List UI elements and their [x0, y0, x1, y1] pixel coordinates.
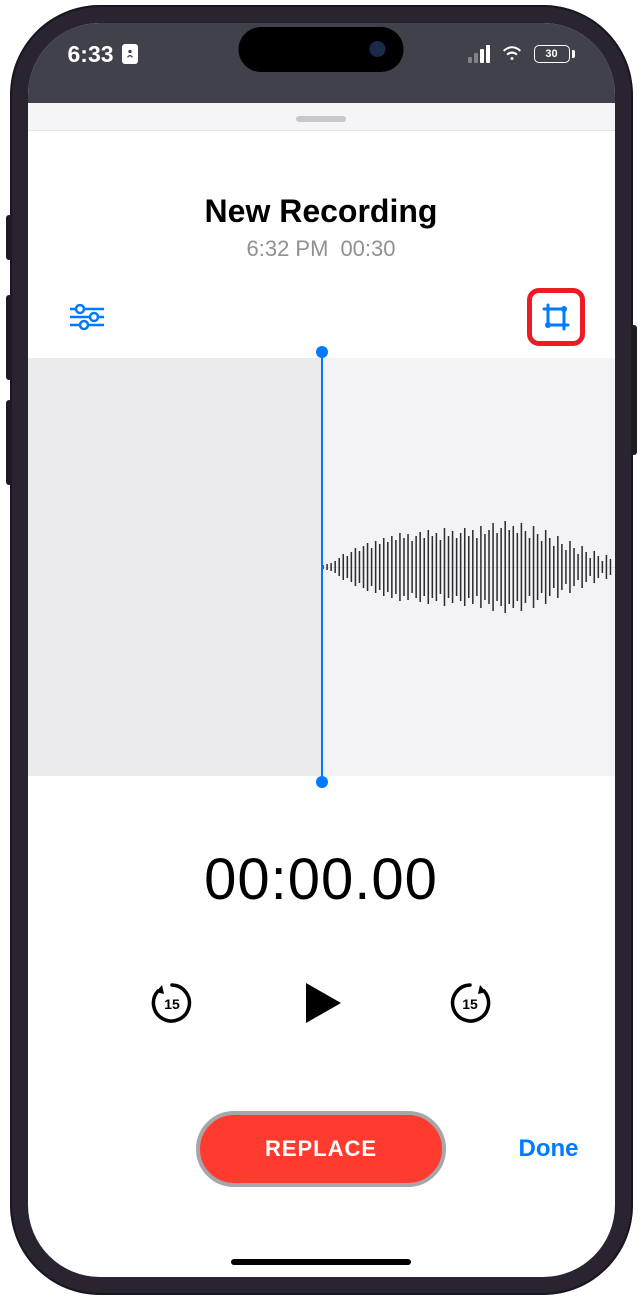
- skip-back-button[interactable]: 15: [148, 979, 196, 1027]
- skip-forward-icon: 15: [446, 979, 494, 1027]
- power-button: [631, 325, 637, 455]
- replace-button-label: REPLACE: [265, 1136, 377, 1162]
- recording-subtitle: 6:32 PM 00:30: [28, 236, 615, 262]
- play-button[interactable]: [291, 973, 351, 1033]
- volume-up-button: [6, 295, 12, 380]
- sheet-grabber-area[interactable]: [28, 103, 615, 131]
- sim-icon: [122, 44, 138, 64]
- recording-time: 6:32 PM: [247, 236, 329, 262]
- dynamic-island: [239, 27, 404, 72]
- bottom-row: REPLACE Done: [28, 1111, 615, 1187]
- skip-forward-button[interactable]: 15: [446, 979, 494, 1027]
- cellular-signal-icon: [468, 45, 490, 63]
- trim-icon: [540, 301, 572, 333]
- play-icon: [296, 978, 346, 1028]
- volume-down-button: [6, 400, 12, 485]
- trim-button-highlight: [527, 288, 585, 346]
- toolbar: [28, 262, 615, 346]
- timecode: 00:00.00: [28, 846, 615, 913]
- status-left: 6:33: [68, 41, 138, 68]
- done-button-label: Done: [519, 1135, 579, 1162]
- phone-frame: 6:33 30 New Record: [10, 5, 633, 1295]
- done-button[interactable]: Done: [519, 1135, 579, 1163]
- recording-header: New Recording 6:32 PM 00:30: [28, 131, 615, 262]
- wifi-icon: [500, 40, 524, 69]
- battery-percent: 30: [545, 48, 557, 60]
- status-time: 6:33: [68, 41, 114, 68]
- waveform-graphic: [321, 358, 615, 776]
- home-indicator[interactable]: [231, 1259, 411, 1265]
- replace-button[interactable]: REPLACE: [196, 1111, 446, 1187]
- sliders-icon: [70, 304, 104, 330]
- svg-text:15: 15: [462, 996, 478, 1012]
- waveform-empty-left: [28, 358, 322, 776]
- silence-switch: [6, 215, 12, 260]
- waveform-area[interactable]: [28, 358, 615, 776]
- playback-controls: 15 15: [28, 973, 615, 1033]
- screen: 6:33 30 New Record: [28, 23, 615, 1277]
- trim-button[interactable]: [534, 294, 578, 340]
- settings-button[interactable]: [64, 294, 110, 340]
- battery-indicator: 30: [534, 45, 575, 63]
- status-right: 30: [468, 40, 575, 69]
- svg-text:15: 15: [164, 996, 180, 1012]
- skip-back-icon: 15: [148, 979, 196, 1027]
- recording-duration: 00:30: [340, 236, 395, 262]
- sheet-grabber[interactable]: [296, 116, 346, 122]
- playhead[interactable]: [321, 352, 323, 782]
- recording-title[interactable]: New Recording: [28, 193, 615, 230]
